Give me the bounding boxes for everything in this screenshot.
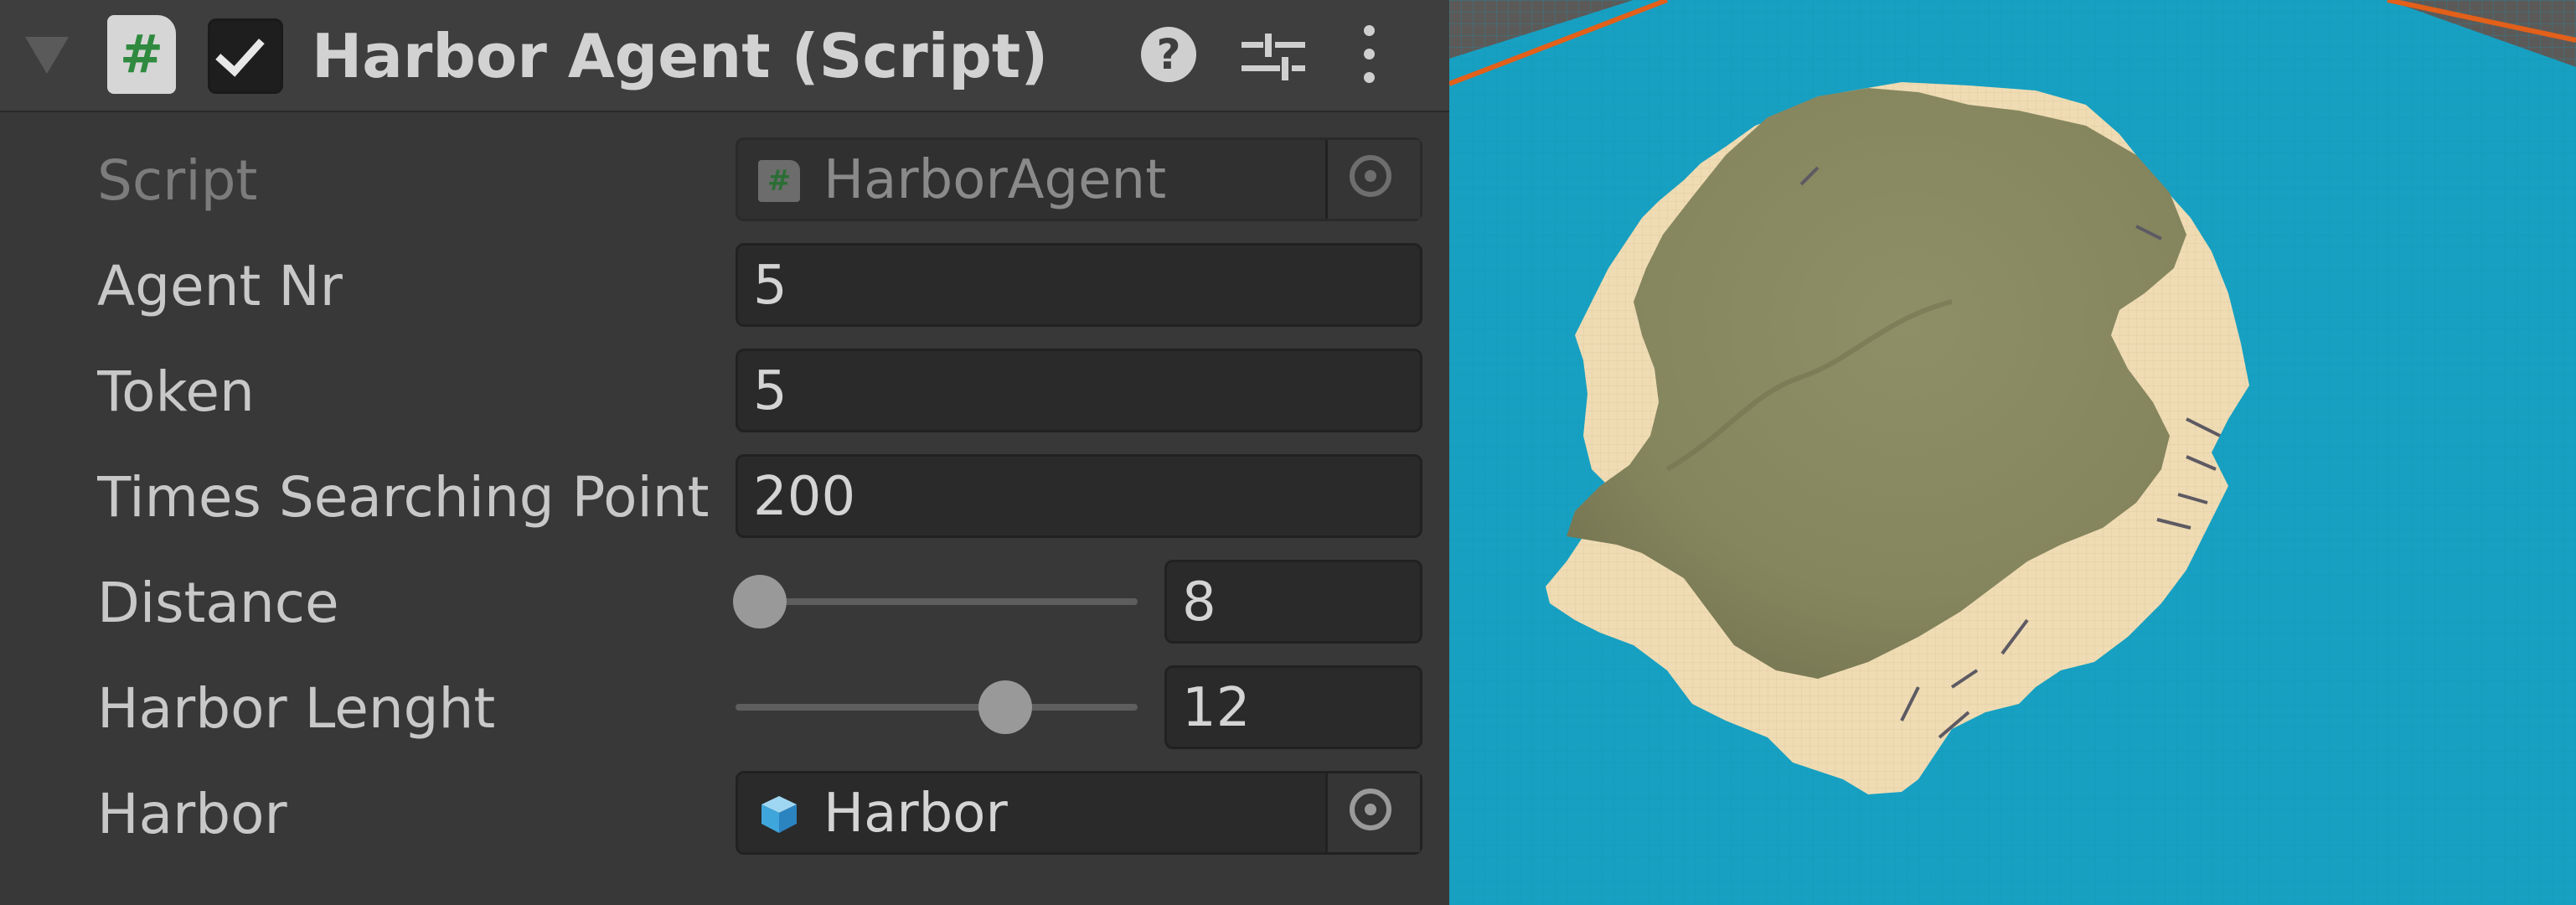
distance-label: Distance	[97, 571, 339, 635]
script-value: HarborAgent	[823, 149, 1167, 211]
target-picker-icon	[1350, 789, 1391, 830]
component-title: Harbor Agent (Script)	[312, 21, 1049, 91]
times-searching-point-value: 200	[753, 466, 856, 528]
inspector-panel: # Harbor Agent (Script) ? Script # Harbo…	[0, 0, 1449, 905]
agent-nr-value: 5	[753, 255, 787, 317]
distance-input[interactable]: 8	[1164, 560, 1422, 644]
property-script: Script # HarborAgent	[0, 134, 1449, 228]
component-header[interactable]: # Harbor Agent (Script) ?	[0, 0, 1449, 112]
distance-value: 8	[1182, 571, 1216, 634]
property-harbor: Harbor Harbor	[0, 768, 1449, 861]
property-harbor-lenght: Harbor Lenght 12	[0, 662, 1449, 756]
target-picker-icon	[1350, 155, 1391, 197]
component-menu-button[interactable]	[1349, 22, 1391, 89]
harbor-lenght-input[interactable]: 12	[1164, 665, 1422, 749]
scene-viewport[interactable]	[1449, 0, 2576, 905]
script-object-field[interactable]: # HarborAgent	[736, 137, 1422, 221]
object-picker-button[interactable]	[1325, 140, 1420, 219]
checkmark-icon	[215, 26, 265, 77]
component-enabled-checkbox[interactable]	[208, 18, 283, 94]
harbor-lenght-value: 12	[1182, 677, 1251, 739]
harbor-lenght-slider-thumb[interactable]	[978, 680, 1032, 734]
harbor-object-field[interactable]: Harbor	[736, 771, 1422, 855]
scene-view[interactable]	[1449, 0, 2576, 905]
agent-nr-input[interactable]: 5	[736, 243, 1422, 327]
token-label: Token	[97, 359, 255, 424]
help-button[interactable]: ?	[1136, 22, 1203, 89]
agent-nr-label: Agent Nr	[97, 254, 343, 318]
harbor-lenght-slider-track[interactable]	[736, 680, 1138, 734]
script-label: Script	[97, 148, 258, 213]
times-searching-point-label: Times Searching Point	[97, 465, 710, 530]
prefab-cube-icon	[761, 796, 797, 833]
harbor-value: Harbor	[823, 783, 1008, 845]
property-agent-nr: Agent Nr 5	[0, 240, 1449, 334]
property-distance: Distance 8	[0, 556, 1449, 650]
harbor-label: Harbor	[97, 782, 287, 846]
csharp-script-icon: #	[758, 160, 800, 202]
harbor-lenght-label: Harbor Lenght	[97, 676, 496, 741]
help-icon: ?	[1141, 27, 1196, 82]
presets-button[interactable]	[1242, 22, 1309, 89]
foldout-arrow-icon[interactable]	[25, 37, 69, 74]
csharp-script-icon: #	[107, 15, 176, 94]
distance-slider-track[interactable]	[732, 575, 1138, 628]
token-value: 5	[753, 360, 787, 422]
distance-slider-thumb[interactable]	[732, 575, 787, 628]
property-token: Token 5	[0, 345, 1449, 439]
object-picker-button[interactable]	[1325, 773, 1420, 852]
token-input[interactable]: 5	[736, 349, 1422, 432]
property-times-searching-point: Times Searching Point 200	[0, 451, 1449, 545]
times-searching-point-input[interactable]: 200	[736, 454, 1422, 538]
